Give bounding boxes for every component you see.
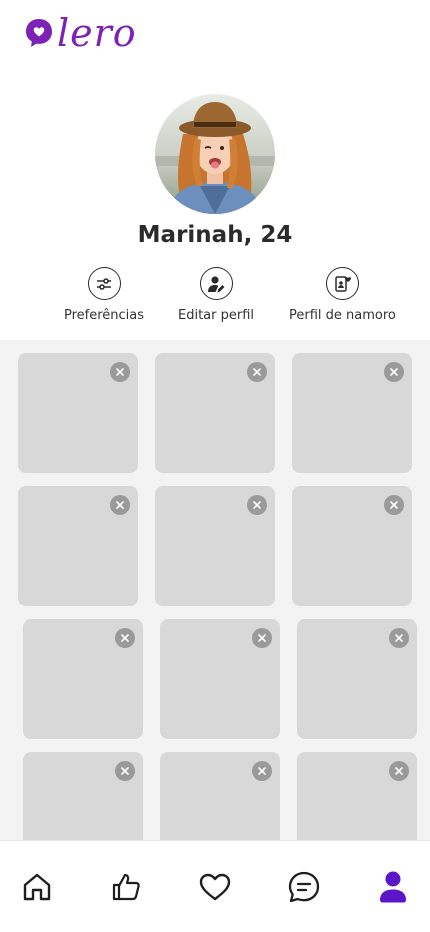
nav-home[interactable] [19,869,55,905]
photo-slot[interactable] [23,752,143,840]
close-icon [253,501,261,509]
profile-actions: Preferências Editar perfil Perfil de nam… [0,267,430,327]
photo-slot[interactable] [160,619,280,739]
dating-profile-icon [325,267,359,300]
bottom-nav [0,840,430,932]
remove-photo-button[interactable] [110,495,130,515]
remove-photo-button[interactable] [110,362,130,382]
close-icon [116,501,124,509]
photo-slot[interactable] [297,619,417,739]
avatar[interactable] [155,94,275,214]
logo-bubble-icon [26,19,52,47]
close-icon [116,368,124,376]
remove-photo-button[interactable] [384,362,404,382]
photo-slot[interactable] [18,486,138,606]
nav-likes[interactable] [108,869,144,905]
close-icon [258,634,266,642]
remove-photo-button[interactable] [247,495,267,515]
photo-slot[interactable] [297,752,417,840]
edit-profile-button[interactable]: Editar perfil [178,267,254,323]
close-icon [390,501,398,509]
remove-photo-button[interactable] [252,761,272,781]
dating-profile-button[interactable]: Perfil de namoro [289,267,396,323]
edit-profile-icon [199,267,233,300]
nav-messages[interactable] [286,869,322,905]
preferences-button[interactable]: Preferências [64,267,144,323]
remove-photo-button[interactable] [384,495,404,515]
dating-profile-label: Perfil de namoro [289,308,396,323]
remove-photo-button[interactable] [389,628,409,648]
remove-photo-button[interactable] [389,761,409,781]
preferences-label: Preferências [64,308,145,323]
close-icon [395,634,403,642]
nav-profile[interactable] [375,869,411,905]
photo-slot[interactable] [18,353,138,473]
remove-photo-button[interactable] [115,628,135,648]
photo-slot[interactable] [155,353,275,473]
remove-photo-button[interactable] [247,362,267,382]
photo-slot[interactable] [292,353,412,473]
heart-icon [199,873,231,901]
app-name: lero [57,11,137,55]
edit-profile-label: Editar perfil [178,308,255,323]
photo-slot[interactable] [160,752,280,840]
app-logo: lero [24,14,137,52]
remove-photo-button[interactable] [115,761,135,781]
photo-slot[interactable] [155,486,275,606]
sliders-icon [87,267,121,300]
thumbs-up-icon [112,873,140,901]
photo-slot[interactable] [292,486,412,606]
remove-photo-button[interactable] [252,628,272,648]
home-icon [23,873,51,901]
close-icon [395,767,403,775]
avatar-photo [155,94,275,214]
close-icon [121,634,129,642]
photo-grid [0,340,430,840]
close-icon [253,368,261,376]
close-icon [258,767,266,775]
nav-matches[interactable] [197,869,233,905]
close-icon [121,767,129,775]
close-icon [390,368,398,376]
profile-name: Marinah, 24 [137,222,293,248]
profile-icon [380,871,406,903]
chat-icon [288,871,320,903]
photo-slot[interactable] [23,619,143,739]
